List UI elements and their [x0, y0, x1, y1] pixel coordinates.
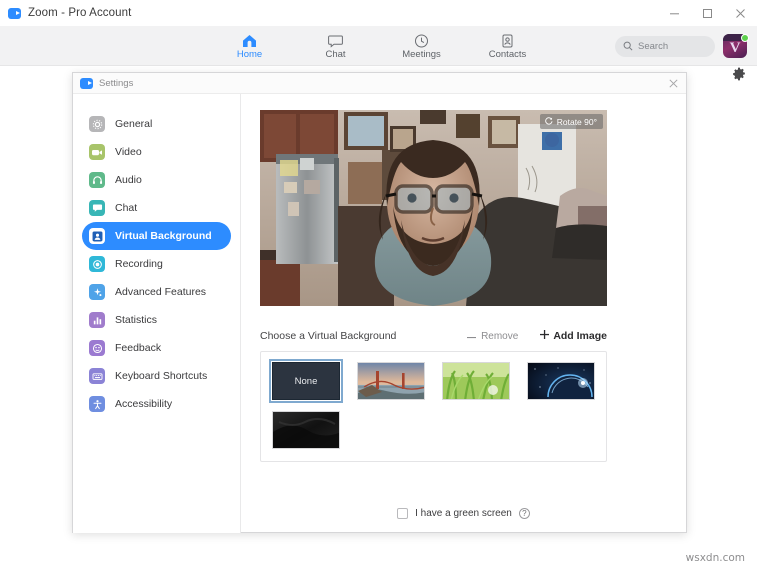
background-thumbnail-bridge[interactable] [357, 362, 425, 400]
nav-tab-chat[interactable]: Chat [306, 26, 366, 66]
smiley-icon [89, 340, 105, 356]
sidebar-item-label: Accessibility [115, 398, 173, 410]
minimize-icon[interactable] [658, 0, 691, 26]
add-image-button[interactable]: Add Image [540, 330, 607, 342]
person-frame-icon [89, 228, 105, 244]
settings-main-panel: Rotate 90° Choose a Virtual Background R… [241, 94, 686, 533]
close-icon[interactable] [724, 0, 757, 26]
maximize-icon[interactable] [691, 0, 724, 26]
rotate-label: Rotate 90° [556, 116, 597, 127]
sidebar-item-label: Virtual Background [115, 230, 212, 242]
headphone-icon [89, 172, 105, 188]
remove-label: Remove [481, 330, 519, 342]
nav-tab-contacts[interactable]: Contacts [478, 26, 538, 66]
rotate-icon [544, 116, 553, 127]
settings-dialog: Settings General Video Audio Chat Virtua… [72, 72, 687, 533]
green-screen-checkbox[interactable] [397, 508, 409, 519]
nav-tab-home[interactable]: Home [220, 26, 280, 66]
sidebar-item-feedback[interactable]: Feedback [82, 334, 231, 362]
settings-titlebar: Settings [73, 73, 686, 94]
gear-icon[interactable] [732, 67, 746, 81]
settings-body: General Video Audio Chat Virtual Backgro… [73, 94, 686, 533]
sidebar-item-virtual-background[interactable]: Virtual Background [82, 222, 231, 250]
minus-icon [467, 331, 477, 342]
sidebar-item-advanced-features[interactable]: Advanced Features [82, 278, 231, 306]
zoom-camera-icon [8, 7, 21, 19]
watermark: wsxdn.com [685, 552, 745, 564]
green-screen-label: I have a green screen [415, 508, 512, 519]
sidebar-item-keyboard-shortcuts[interactable]: Keyboard Shortcuts [82, 362, 231, 390]
sidebar-item-label: Audio [115, 174, 142, 186]
virtual-background-grid: None [260, 351, 607, 462]
plus-icon [540, 330, 550, 342]
sparkle-icon [89, 284, 105, 300]
search-placeholder: Search [638, 41, 669, 52]
background-thumbnail-none[interactable]: None [269, 359, 343, 403]
sidebar-item-video[interactable]: Video [82, 138, 231, 166]
nav-tab-contacts-label: Contacts [488, 49, 527, 60]
video-preview: Rotate 90° [260, 110, 607, 306]
background-thumbnail-earth[interactable] [527, 362, 595, 400]
green-screen-row: I have a green screen ? [241, 508, 686, 519]
background-thumbnail-dark[interactable] [272, 411, 340, 449]
remove-background-button[interactable]: Remove [467, 331, 518, 342]
clock-icon [414, 32, 429, 48]
avatar-initial: V [729, 39, 741, 56]
nav-tab-home-label: Home [236, 49, 263, 60]
contact-card-icon [500, 32, 515, 48]
keyboard-icon [89, 368, 105, 384]
sidebar-item-label: Advanced Features [115, 286, 207, 298]
home-icon [242, 32, 257, 48]
zoom-camera-icon [80, 77, 93, 89]
chat-bubble-icon [89, 200, 105, 216]
window-controls [658, 0, 757, 26]
rotate-button[interactable]: Rotate 90° [539, 114, 603, 129]
accessibility-icon [89, 396, 105, 412]
window-title: Zoom - Pro Account [28, 7, 132, 19]
sidebar-item-label: Chat [115, 202, 138, 214]
virtual-background-heading: Choose a Virtual Background [260, 330, 397, 342]
sidebar-item-label: Recording [115, 258, 163, 270]
window-titlebar: Zoom - Pro Account [0, 0, 757, 26]
sidebar-item-label: Statistics [115, 314, 158, 326]
search-input[interactable]: Search [615, 36, 715, 57]
sidebar-item-recording[interactable]: Recording [82, 250, 231, 278]
sidebar-item-general[interactable]: General [82, 110, 231, 138]
settings-close-icon[interactable] [660, 73, 686, 94]
settings-title: Settings [99, 77, 134, 89]
sidebar-item-label: General [115, 118, 153, 130]
sidebar-item-accessibility[interactable]: Accessibility [82, 390, 231, 418]
nav-tabs: Home Chat Meetings Contacts [220, 26, 538, 66]
gear-icon [89, 116, 105, 132]
virtual-background-header: Choose a Virtual Background Remove Add I… [260, 330, 607, 342]
virtual-background-actions: Remove Add Image [467, 330, 607, 342]
nav-tab-chat-label: Chat [325, 49, 346, 60]
sidebar-item-label: Video [115, 146, 142, 158]
sidebar-item-statistics[interactable]: Statistics [82, 306, 231, 334]
sidebar-item-label: Feedback [115, 342, 162, 354]
add-label: Add Image [553, 330, 607, 342]
settings-title-group: Settings [73, 77, 134, 89]
window-title-group: Zoom - Pro Account [0, 7, 131, 19]
zoom-app-window: Zoom - Pro Account Home Chat Meetings Co… [0, 0, 757, 573]
avatar[interactable]: V [723, 34, 749, 60]
settings-sidebar: General Video Audio Chat Virtual Backgro… [73, 94, 241, 533]
bar-chart-icon [89, 312, 105, 328]
background-thumbnail-label: None [273, 363, 339, 399]
main-navbar: Home Chat Meetings Contacts Search V [0, 26, 757, 66]
nav-tab-meetings-label: Meetings [402, 49, 441, 60]
status-badge [741, 34, 749, 42]
nav-tab-meetings[interactable]: Meetings [392, 26, 452, 66]
sidebar-item-label: Keyboard Shortcuts [115, 370, 208, 382]
video-camera-icon [89, 144, 105, 160]
background-thumbnail-grass[interactable] [442, 362, 510, 400]
record-dot-icon [89, 256, 105, 272]
chat-bubble-icon [328, 32, 343, 48]
search-icon [623, 38, 633, 56]
question-mark-icon[interactable]: ? [518, 508, 530, 519]
sidebar-item-chat[interactable]: Chat [82, 194, 231, 222]
sidebar-item-audio[interactable]: Audio [82, 166, 231, 194]
